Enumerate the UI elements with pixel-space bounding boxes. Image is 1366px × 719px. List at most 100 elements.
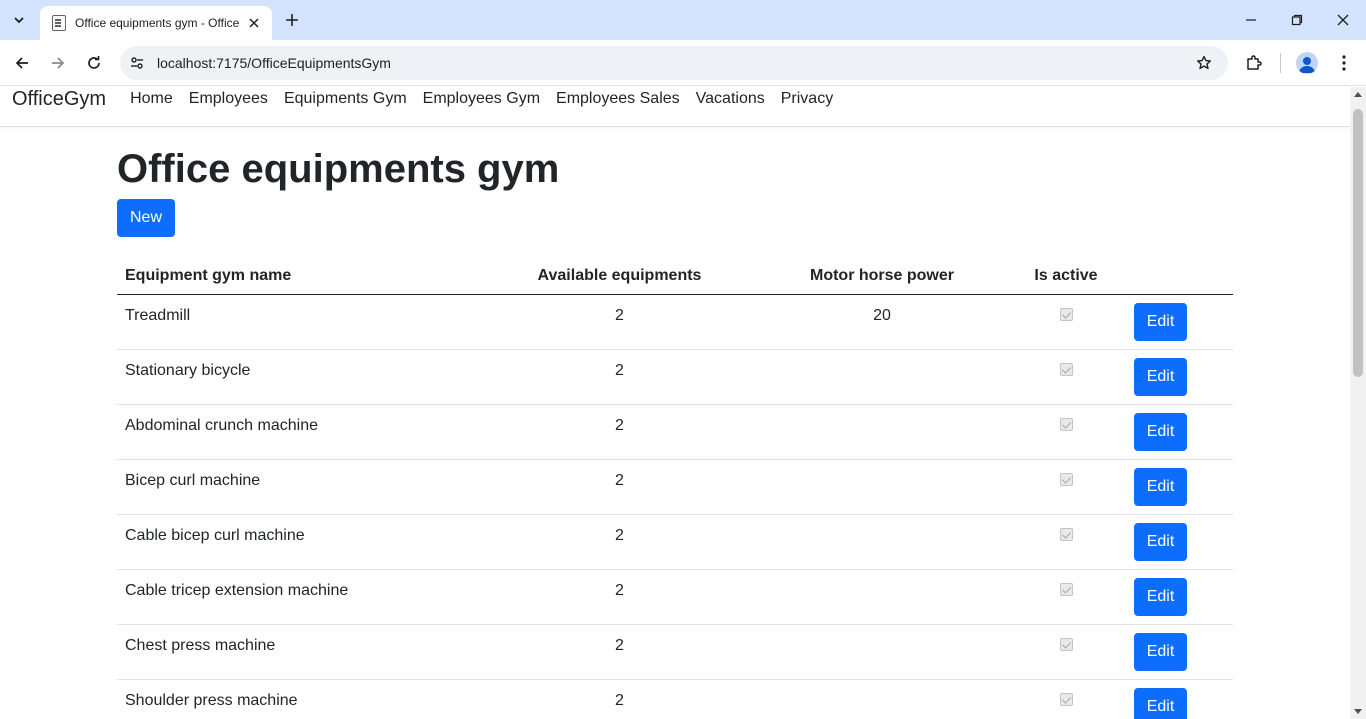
profile-button[interactable] <box>1293 49 1321 77</box>
header-motor-horse-power: Motor horse power <box>749 258 1015 295</box>
address-bar[interactable]: localhost:7175/OfficeEquipmentsGym <box>120 46 1228 80</box>
is-active-checkbox <box>1059 692 1073 706</box>
motor-horse-power-cell <box>749 349 1015 405</box>
edit-cell: Edit <box>1117 349 1233 405</box>
minimize-icon <box>1246 19 1256 21</box>
reload-icon <box>88 56 100 69</box>
close-icon <box>249 18 259 28</box>
equipment-name-cell: Abdominal crunch machine <box>117 404 490 460</box>
equipment-name-cell: Cable tricep extension machine <box>117 569 490 625</box>
equipment-name-cell: Treadmill <box>117 294 490 350</box>
table-row: Chest press machine 2 Edit <box>117 624 1233 680</box>
scroll-down-arrow-icon[interactable] <box>1354 709 1362 714</box>
edit-cell: Edit <box>1117 459 1233 515</box>
nav-link-employees[interactable]: Employees <box>181 87 276 108</box>
page-viewport: OfficeGym Home Employees Equipments Gym … <box>0 87 1350 719</box>
tab-search-button[interactable] <box>6 8 32 32</box>
is-active-checkbox <box>1059 307 1073 321</box>
scroll-up-arrow-icon[interactable] <box>1354 92 1362 97</box>
motor-horse-power-cell: 20 <box>749 294 1015 350</box>
edit-cell: Edit <box>1117 294 1233 350</box>
arrow-left-icon <box>15 57 28 69</box>
edit-button[interactable]: Edit <box>1134 357 1187 396</box>
table-row: Cable bicep curl machine 2 Edit <box>117 514 1233 570</box>
site-settings-icon[interactable] <box>126 52 148 74</box>
new-button[interactable]: New <box>117 199 176 237</box>
restore-button[interactable] <box>1274 0 1320 40</box>
back-button[interactable] <box>8 49 36 77</box>
browser-tab[interactable]: Office equipments gym - OfficeGym <box>40 6 272 40</box>
edit-cell: Edit <box>1117 569 1233 625</box>
edit-button[interactable]: Edit <box>1134 632 1187 671</box>
tab-strip: Office equipments gym - OfficeGym <box>0 0 1366 40</box>
available-equipments-cell: 2 <box>490 624 749 680</box>
page-scrollbar[interactable] <box>1350 87 1366 719</box>
browser-menu-button[interactable] <box>1330 49 1358 77</box>
edit-cell: Edit <box>1117 679 1233 719</box>
available-equipments-cell: 2 <box>490 459 749 515</box>
table-row: Abdominal crunch machine 2 Edit <box>117 404 1233 460</box>
site-navbar: OfficeGym Home Employees Equipments Gym … <box>0 87 1350 127</box>
is-active-cell <box>1015 459 1117 515</box>
table-row: Shoulder press machine 2 Edit <box>117 679 1233 719</box>
is-active-checkbox <box>1059 582 1073 596</box>
edit-button[interactable]: Edit <box>1134 687 1187 719</box>
is-active-cell <box>1015 624 1117 680</box>
tab-close-button[interactable] <box>246 15 262 31</box>
edit-button[interactable]: Edit <box>1134 577 1187 616</box>
forward-button[interactable] <box>44 49 72 77</box>
edit-button[interactable]: Edit <box>1134 467 1187 506</box>
available-equipments-cell: 2 <box>490 349 749 405</box>
is-active-cell <box>1015 294 1117 350</box>
header-actions <box>1117 258 1233 295</box>
edit-button[interactable]: Edit <box>1134 522 1187 561</box>
motor-horse-power-cell <box>749 679 1015 719</box>
minimize-button[interactable] <box>1228 0 1274 40</box>
header-available-equipments: Available equipments <box>490 258 749 295</box>
table-header-row: Equipment gym name Available equipments … <box>117 258 1233 295</box>
toolbar-divider <box>1280 53 1281 73</box>
nav-link-vacations[interactable]: Vacations <box>688 87 773 108</box>
nav-link-privacy[interactable]: Privacy <box>773 87 841 108</box>
close-icon <box>1337 14 1349 26</box>
nav-link-employees-gym[interactable]: Employees Gym <box>415 87 548 108</box>
equipment-name-cell: Bicep curl machine <box>117 459 490 515</box>
is-active-cell <box>1015 404 1117 460</box>
header-equipment-name: Equipment gym name <box>117 258 490 295</box>
page-icon <box>52 15 66 31</box>
scrollbar-thumb[interactable] <box>1353 109 1363 377</box>
main-container: Office equipments gym New Equipment gym … <box>117 127 1233 719</box>
nav-link-equipments-gym[interactable]: Equipments Gym <box>276 87 415 108</box>
is-active-cell <box>1015 679 1117 719</box>
equipment-name-cell: Chest press machine <box>117 624 490 680</box>
nav-link-home[interactable]: Home <box>122 87 181 108</box>
url-text[interactable]: localhost:7175/OfficeEquipmentsGym <box>157 55 1190 71</box>
avatar-icon <box>1296 52 1318 74</box>
available-equipments-cell: 2 <box>490 569 749 625</box>
table-row: Stationary bicycle 2 Edit <box>117 349 1233 405</box>
new-tab-button[interactable] <box>280 8 304 32</box>
chevron-down-icon <box>14 17 24 24</box>
table-row: Treadmill 2 20 Edit <box>117 294 1233 350</box>
edit-cell: Edit <box>1117 624 1233 680</box>
edit-cell: Edit <box>1117 514 1233 570</box>
is-active-checkbox <box>1059 527 1073 541</box>
browser-toolbar: localhost:7175/OfficeEquipmentsGym <box>0 40 1366 86</box>
edit-button[interactable]: Edit <box>1134 412 1187 451</box>
is-active-cell <box>1015 569 1117 625</box>
bookmark-star-icon[interactable] <box>1190 49 1218 77</box>
edit-button[interactable]: Edit <box>1134 302 1187 341</box>
available-equipments-cell: 2 <box>490 679 749 719</box>
brand-link[interactable]: OfficeGym <box>12 88 106 111</box>
nav-link-employees-sales[interactable]: Employees Sales <box>548 87 688 108</box>
edit-cell: Edit <box>1117 404 1233 460</box>
motor-horse-power-cell <box>749 404 1015 460</box>
reload-button[interactable] <box>80 49 108 77</box>
table-row: Bicep curl machine 2 Edit <box>117 459 1233 515</box>
page-title: Office equipments gym <box>117 147 560 191</box>
motor-horse-power-cell <box>749 569 1015 625</box>
motor-horse-power-cell <box>749 514 1015 570</box>
extensions-button[interactable] <box>1240 49 1268 77</box>
equipment-name-cell: Stationary bicycle <box>117 349 490 405</box>
close-window-button[interactable] <box>1320 0 1366 40</box>
